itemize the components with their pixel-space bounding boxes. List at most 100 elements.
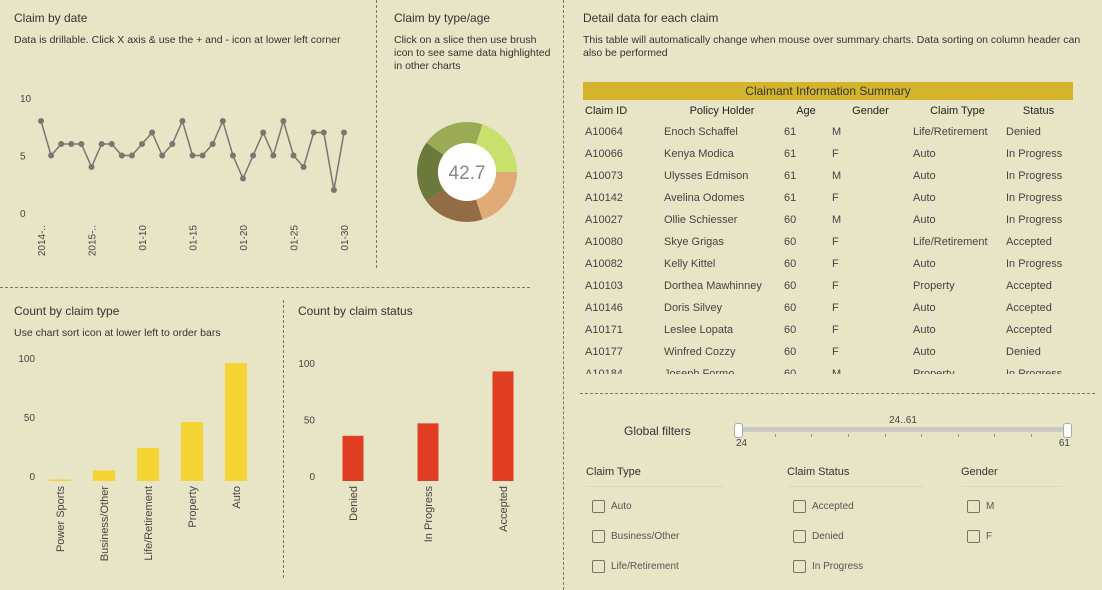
data-point bbox=[38, 118, 44, 124]
column-header[interactable]: Claim Type bbox=[911, 100, 1004, 121]
filter-checkbox[interactable]: M bbox=[961, 491, 1063, 521]
data-point bbox=[320, 129, 327, 136]
divider bbox=[580, 393, 1095, 394]
table-cell: 61 bbox=[784, 170, 797, 182]
table-banner: Claimant Information Summary bbox=[583, 82, 1073, 100]
y-tick-label: 100 bbox=[18, 354, 35, 365]
table-cell: 60 bbox=[784, 258, 797, 270]
table-cell: In Progress bbox=[1006, 214, 1063, 226]
claim-by-type-age-donut[interactable]: 42.7 bbox=[410, 115, 525, 230]
table-cell: Kelly Kittel bbox=[664, 258, 716, 270]
slider-handle-high[interactable] bbox=[1063, 423, 1072, 438]
divider bbox=[563, 0, 564, 590]
table-cell: Ollie Schiesser bbox=[664, 214, 738, 226]
table-cell: 60 bbox=[784, 302, 797, 314]
filter-checkbox[interactable]: Denied bbox=[787, 521, 925, 551]
column-header[interactable]: Age bbox=[782, 100, 830, 121]
claims-table[interactable]: Claimant Information Summary Claim ID Pol… bbox=[583, 82, 1073, 374]
table-cell: F bbox=[832, 302, 839, 314]
table-cell: Accepted bbox=[1006, 236, 1052, 248]
x-tick-label: In Progress bbox=[423, 486, 435, 543]
table-cell: In Progress bbox=[1006, 148, 1063, 160]
table-cell: 60 bbox=[784, 236, 797, 248]
data-point bbox=[199, 152, 206, 159]
table-cell: F bbox=[832, 236, 839, 248]
table-cell: Property bbox=[913, 280, 955, 292]
filter-checkbox[interactable]: In Progress bbox=[787, 551, 925, 581]
table-row[interactable]: A10184 Joseph Formo 60 M Property In Progress bbox=[583, 363, 1073, 374]
table-cell: M bbox=[832, 126, 842, 138]
table-row[interactable]: A10142 Avelina Odomes 61 F Auto In Progress bbox=[583, 187, 1073, 209]
table-row[interactable]: A10073 Ulysses Edmison 61 M Auto In Progress bbox=[583, 165, 1073, 187]
table-cell: Accepted bbox=[1006, 280, 1052, 292]
table-row[interactable]: A10027 Ollie Schiesser 60 M Auto In Progress bbox=[583, 209, 1073, 231]
data-point bbox=[219, 118, 226, 124]
data-point bbox=[290, 152, 297, 159]
checkbox-icon[interactable] bbox=[592, 529, 605, 543]
x-tick-label: 01-25 bbox=[290, 225, 301, 251]
column-header[interactable]: Policy Holder bbox=[662, 100, 782, 121]
table-cell: M bbox=[832, 368, 842, 374]
table-row[interactable]: A10080 Skye Grigas 60 F Life/Retirement Accep… bbox=[583, 231, 1073, 253]
count-by-claim-status-chart[interactable]: 0 50 100 Denied In Progress Accepted bbox=[285, 350, 560, 575]
table-cell: F bbox=[832, 346, 839, 358]
table-cell: 60 bbox=[784, 346, 797, 358]
table-row[interactable]: A10103 Dorthea Mawhinney 60 F Property Accept… bbox=[583, 275, 1073, 297]
checkbox-icon[interactable] bbox=[592, 559, 605, 573]
filter-checkbox[interactable]: F bbox=[961, 521, 1063, 551]
checkbox-icon[interactable] bbox=[793, 529, 806, 543]
x-tick-label: Accepted bbox=[498, 486, 510, 532]
x-tick-label: 01-10 bbox=[138, 225, 149, 251]
filter-checkbox[interactable]: Life/Retirement bbox=[586, 551, 724, 581]
count-by-claim-type-chart[interactable]: 0 50 100 Power Sports Business/Other Life/Ret… bbox=[0, 350, 280, 575]
table-cell: A10082 bbox=[585, 258, 623, 270]
column-header[interactable]: Status bbox=[1004, 100, 1073, 121]
table-cell: Leslee Lopata bbox=[664, 324, 734, 336]
checkbox-icon[interactable] bbox=[967, 499, 980, 513]
table-row[interactable]: A10146 Doris Silvey 60 F Auto Accepted bbox=[583, 297, 1073, 319]
table-cell: 60 bbox=[784, 280, 797, 292]
table-cell: Life/Retirement bbox=[913, 236, 988, 248]
table-row[interactable]: A10177 Winfred Cozzy 60 F Auto Denied bbox=[583, 341, 1073, 363]
slider-handle-low[interactable] bbox=[734, 423, 743, 438]
filter-checkbox[interactable]: Accepted bbox=[787, 491, 925, 521]
filter-checkbox[interactable]: Auto bbox=[586, 491, 724, 521]
table-cell: M bbox=[832, 170, 842, 182]
panel-title: Detail data for each claim bbox=[583, 11, 719, 25]
data-point bbox=[280, 118, 287, 124]
table-cell: 61 bbox=[784, 126, 797, 138]
table-cell: Auto bbox=[913, 302, 936, 314]
table-cell: Joseph Formo bbox=[664, 368, 735, 374]
table-cell: A10027 bbox=[585, 214, 623, 226]
filter-checkbox[interactable]: Business/Other bbox=[586, 521, 724, 551]
checkbox-icon[interactable] bbox=[967, 529, 980, 543]
bar bbox=[49, 479, 71, 481]
table-row[interactable]: A10082 Kelly Kittel 60 F Auto In Progress bbox=[583, 253, 1073, 275]
x-tick-label: Property bbox=[187, 486, 199, 528]
column-header[interactable]: Claim ID bbox=[583, 100, 662, 121]
y-tick-label: 50 bbox=[24, 413, 36, 424]
x-tick-label: Power Sports bbox=[55, 486, 67, 553]
age-range-slider[interactable]: 24..61 24 61 bbox=[734, 415, 1072, 449]
table-cell: Auto bbox=[913, 192, 936, 204]
checkbox-icon[interactable] bbox=[793, 559, 806, 573]
checkbox-icon[interactable] bbox=[592, 499, 605, 513]
slider-tick bbox=[957, 434, 959, 437]
table-row[interactable]: A10064 Enoch Schaffel 61 M Life/Retirement De… bbox=[583, 121, 1073, 143]
table-cell: Auto bbox=[913, 346, 936, 358]
x-tick-label: Denied bbox=[348, 486, 360, 521]
data-point bbox=[209, 141, 216, 147]
x-tick-label: 2014-.. bbox=[37, 225, 48, 256]
data-point bbox=[128, 152, 135, 159]
checkbox-label: Auto bbox=[611, 500, 632, 512]
column-header[interactable]: Gender bbox=[830, 100, 911, 121]
table-cell: Life/Retirement bbox=[913, 126, 988, 138]
table-row[interactable]: A10066 Kenya Modica 61 F Auto In Progress bbox=[583, 143, 1073, 165]
filter-group-title: Gender bbox=[961, 466, 1063, 487]
slider-tick bbox=[1031, 434, 1033, 437]
claim-by-date-chart[interactable]: 0 5 10 2014-.. 2015-.. 01-10 01-15 01-20 01-25 01… bbox=[0, 80, 370, 270]
table-cell: Denied bbox=[1006, 126, 1041, 138]
checkbox-icon[interactable] bbox=[793, 499, 806, 513]
table-row[interactable]: A10171 Leslee Lopata 60 F Auto Accepted bbox=[583, 319, 1073, 341]
table-cell: A10142 bbox=[585, 192, 623, 204]
